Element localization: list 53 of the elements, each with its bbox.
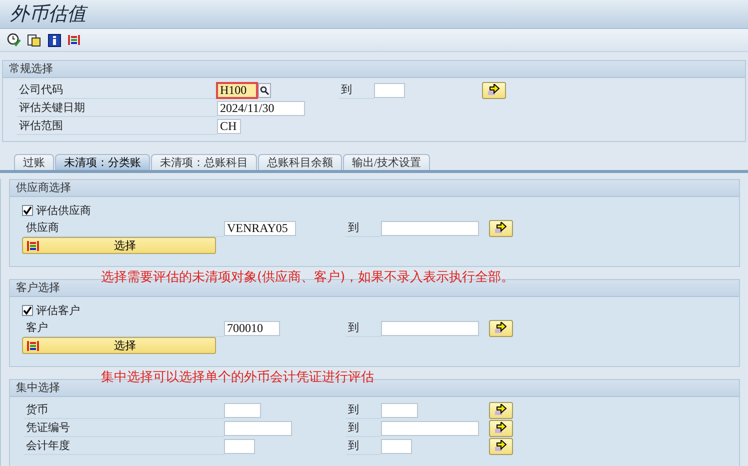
select-button[interactable]: 选择 <box>22 337 216 354</box>
search-icon[interactable] <box>258 82 271 98</box>
input-field[interactable]: VENRAY05 <box>224 220 296 236</box>
input-field[interactable] <box>224 420 292 436</box>
input-field[interactable] <box>224 402 261 418</box>
field-label: 货币 <box>24 402 224 418</box>
window-title: 外币估值 <box>10 3 86 27</box>
execute-icon[interactable] <box>6 32 22 48</box>
multiple-selection-button[interactable] <box>482 82 506 98</box>
tab[interactable]: 未清项：总账科目 <box>151 154 257 170</box>
multiple-selection-button[interactable] <box>489 320 513 336</box>
tab[interactable]: 总账科目余额 <box>258 154 342 170</box>
section-heading: 供应商选择 <box>10 180 739 197</box>
arrow-icon <box>487 84 501 96</box>
tab[interactable]: 过账 <box>14 154 54 170</box>
input-field[interactable] <box>381 402 418 418</box>
input-field[interactable] <box>381 420 479 436</box>
checkbox[interactable] <box>22 204 33 216</box>
field-label: 评估范围 <box>17 118 217 134</box>
multi-select-icon <box>27 340 39 352</box>
arrow-icon <box>494 222 508 234</box>
multiple-selection-button[interactable] <box>489 220 513 236</box>
input-field[interactable]: 2024/11/30 <box>217 100 305 116</box>
tab[interactable]: 未清项：分类账 <box>55 154 150 170</box>
info-icon[interactable] <box>46 32 62 48</box>
input-field[interactable] <box>381 220 479 236</box>
annotation-text: 选择需要评估的未清项对象(供应商、客户)，如果不录入表示执行全部。 <box>101 269 514 287</box>
field-label: 会计年度 <box>24 438 224 454</box>
section-heading: 常规选择 <box>3 61 745 78</box>
input-field[interactable]: CH <box>217 118 241 134</box>
checkbox[interactable] <box>22 304 33 316</box>
multiple-selection-button[interactable] <box>489 402 513 418</box>
variant-icon[interactable] <box>26 32 42 48</box>
multi-select-icon <box>68 34 80 46</box>
field-label: 凭证编号 <box>24 420 224 436</box>
input-field[interactable] <box>224 438 255 454</box>
field-label: 评估关键日期 <box>17 100 217 116</box>
input-field[interactable] <box>381 438 412 454</box>
checkbox-label: 评估供应商 <box>36 204 91 218</box>
arrow-icon <box>494 422 508 434</box>
checkbox-label: 评估客户 <box>36 304 80 318</box>
input-field[interactable] <box>381 320 479 336</box>
tab[interactable]: 输出/技术设置 <box>343 154 430 170</box>
arrow-icon <box>494 404 508 416</box>
multi-select-icon <box>27 240 39 252</box>
input-field[interactable] <box>374 82 405 98</box>
input-field[interactable]: 700010 <box>224 320 280 336</box>
arrow-icon <box>494 440 508 452</box>
multiple-selection-button[interactable] <box>489 438 513 454</box>
multiple-selection-button[interactable] <box>489 420 513 436</box>
arrow-icon <box>494 322 508 334</box>
input-field[interactable]: H100 <box>217 82 257 98</box>
select-button[interactable]: 选择 <box>22 237 216 254</box>
